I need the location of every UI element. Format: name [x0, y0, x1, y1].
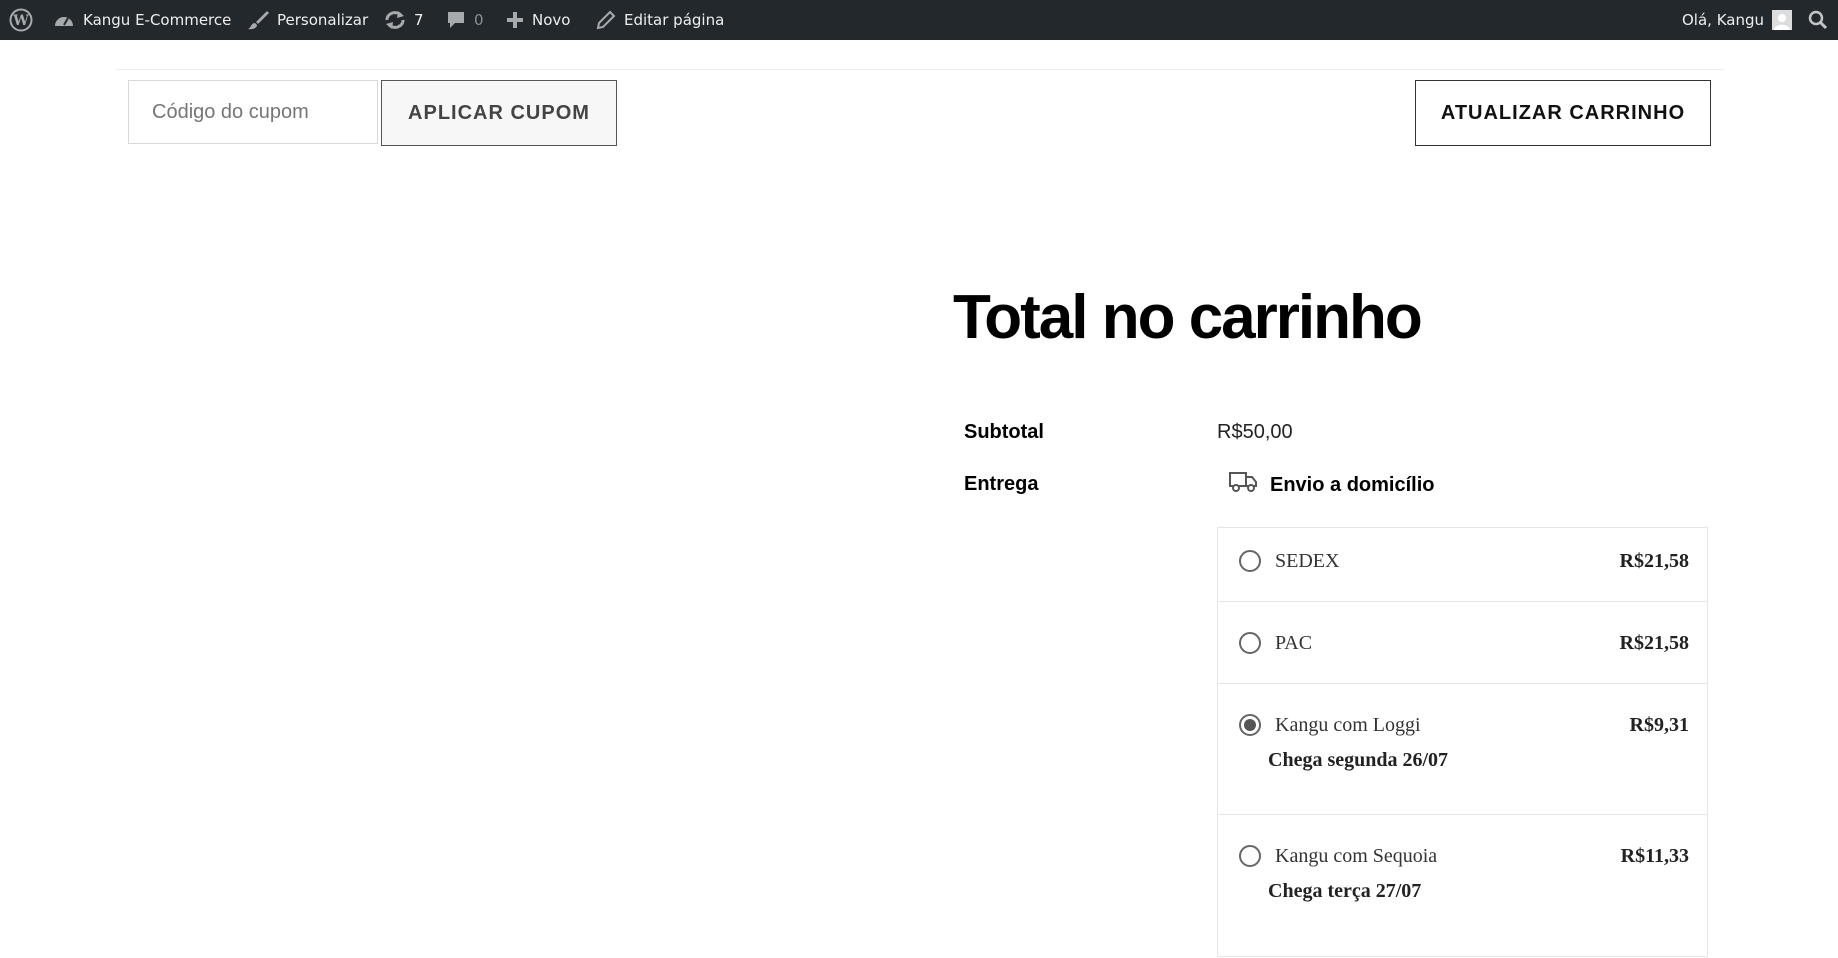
- pencil-icon: [596, 10, 616, 30]
- shipping-option-kangu-sequoia[interactable]: Kangu com Sequoia R$11,33 Chega terça 27…: [1218, 815, 1707, 958]
- avatar: [1772, 10, 1793, 30]
- site-name-link[interactable]: Kangu E-Commerce: [53, 0, 231, 40]
- greeting-label: Olá, Kangu: [1682, 11, 1765, 29]
- my-account-link[interactable]: Olá, Kangu: [1682, 0, 1793, 40]
- updates-count: 7: [414, 11, 424, 29]
- new-label: Novo: [532, 11, 571, 29]
- coupon-code-input[interactable]: [128, 80, 378, 144]
- shipping-option-sedex[interactable]: SEDEX R$21,58: [1218, 528, 1707, 602]
- shipping-options-list: SEDEX R$21,58 PAC R$21,58 Kangu com Logg…: [1217, 527, 1708, 957]
- shipping-option-eta: Chega segunda 26/07: [1268, 749, 1449, 771]
- shipping-option-pac[interactable]: PAC R$21,58: [1218, 602, 1707, 684]
- shipping-radio[interactable]: [1239, 845, 1261, 867]
- shipping-option-name: Kangu com Sequoia: [1275, 845, 1438, 867]
- shipping-option-kangu-loggi[interactable]: Kangu com Loggi R$9,31 Chega segunda 26/…: [1218, 684, 1707, 815]
- svg-text:W: W: [12, 13, 29, 29]
- search-icon: [1808, 10, 1828, 30]
- edit-page-link[interactable]: Editar página: [596, 0, 724, 40]
- apply-coupon-button[interactable]: APLICAR CUPOM: [381, 80, 617, 146]
- plus-icon: [506, 11, 524, 29]
- shipping-option-name: SEDEX: [1275, 550, 1340, 572]
- shipping-radio-selected[interactable]: [1239, 714, 1261, 736]
- edit-page-label: Editar página: [624, 11, 725, 29]
- subtotal-label: Subtotal: [964, 421, 1044, 443]
- dashboard-icon: [53, 10, 75, 30]
- shipping-radio[interactable]: [1239, 632, 1261, 654]
- customize-link[interactable]: Personalizar: [247, 0, 368, 40]
- search-button[interactable]: [1808, 0, 1828, 40]
- divider: [116, 69, 1724, 70]
- comments-link[interactable]: 0: [446, 0, 484, 40]
- subtotal-value: R$50,00: [1217, 421, 1293, 443]
- updates-link[interactable]: 7: [384, 0, 424, 40]
- new-content-link[interactable]: Novo: [506, 0, 570, 40]
- comment-icon: [446, 10, 466, 30]
- shipping-radio[interactable]: [1239, 550, 1261, 572]
- shipping-method-label: Envio a domicílio: [1270, 473, 1435, 496]
- shipping-option-name: PAC: [1275, 632, 1313, 654]
- shipping-option-price: R$9,31: [1629, 714, 1689, 736]
- wordpress-logo-icon: W: [9, 8, 33, 32]
- brush-icon: [247, 9, 269, 31]
- comments-count: 0: [474, 11, 484, 29]
- truck-icon: [1228, 470, 1258, 500]
- shipping-option-eta: Chega terça 27/07: [1268, 880, 1422, 902]
- admin-bar: W Kangu E-Commerce Personalizar 7 0 Novo: [0, 0, 1838, 40]
- updates-icon: [384, 10, 406, 30]
- shipping-label: Entrega: [964, 473, 1039, 495]
- site-name-label: Kangu E-Commerce: [83, 11, 232, 29]
- cart-totals-title: Total no carrinho: [953, 283, 1423, 352]
- shipping-option-price: R$21,58: [1619, 550, 1689, 572]
- shipping-option-price: R$21,58: [1619, 632, 1689, 654]
- wordpress-logo-button[interactable]: W: [9, 0, 33, 40]
- shipping-method-header: Envio a domicílio: [1228, 470, 1434, 500]
- shipping-option-price: R$11,33: [1620, 845, 1689, 867]
- update-cart-button[interactable]: ATUALIZAR CARRINHO: [1415, 80, 1711, 146]
- customize-label: Personalizar: [277, 11, 369, 29]
- shipping-option-name: Kangu com Loggi: [1275, 714, 1421, 736]
